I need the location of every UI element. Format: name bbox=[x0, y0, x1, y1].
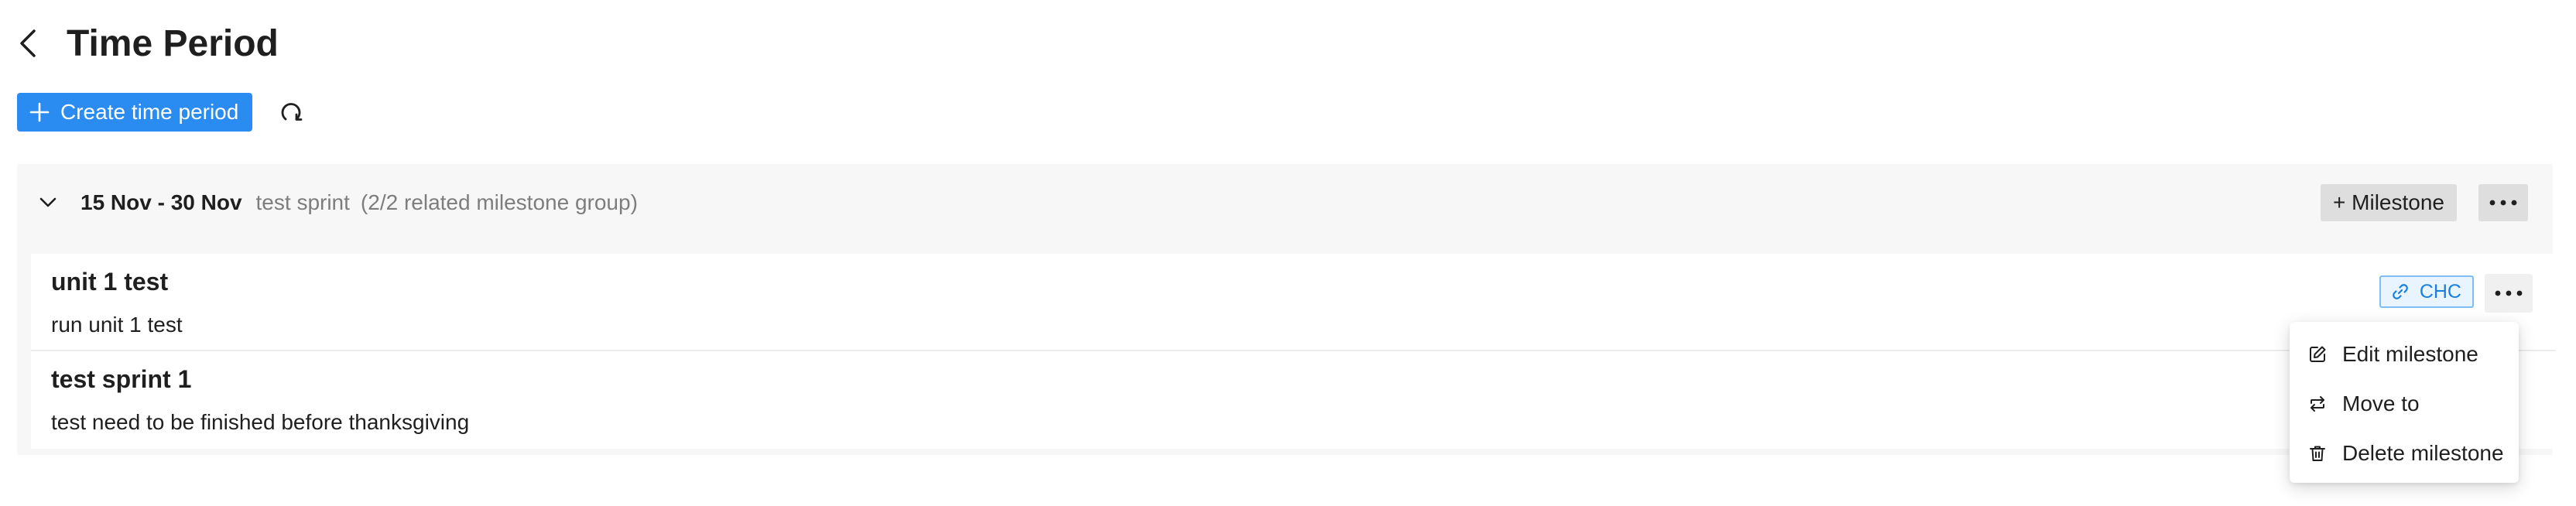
group-more-button[interactable] bbox=[2478, 184, 2528, 221]
swap-icon bbox=[2308, 395, 2327, 413]
refresh-button[interactable] bbox=[276, 97, 307, 128]
milestone-actions-menu: Edit milestone Move to Delete milestone bbox=[2290, 322, 2519, 483]
add-milestone-button[interactable]: + Milestone bbox=[2321, 184, 2457, 221]
menu-item-label: Edit milestone bbox=[2342, 342, 2478, 366]
menu-item-label: Delete milestone bbox=[2342, 441, 2504, 465]
plus-icon bbox=[29, 102, 50, 122]
milestone-title: test sprint 1 bbox=[51, 365, 192, 393]
date-range: 15 Nov - 30 Nov bbox=[80, 190, 242, 214]
milestone-description: run unit 1 test bbox=[51, 313, 183, 337]
create-time-period-button[interactable]: Create time period bbox=[17, 93, 253, 132]
milestone-list: unit 1 test run unit 1 test CHC test spr… bbox=[31, 254, 2556, 449]
sprint-name: test sprint bbox=[255, 190, 350, 214]
back-button[interactable] bbox=[19, 20, 50, 67]
more-horizontal-icon bbox=[2489, 200, 2517, 206]
more-horizontal-icon bbox=[2495, 290, 2523, 296]
chevron-down-icon bbox=[39, 197, 57, 208]
milestone-description: test need to be finished before thanksgi… bbox=[51, 410, 470, 434]
menu-item-move-to[interactable]: Move to bbox=[2290, 379, 2519, 429]
chevron-left-icon bbox=[19, 29, 37, 58]
menu-item-delete-milestone[interactable]: Delete milestone bbox=[2290, 429, 2519, 478]
page-header: Time Period bbox=[19, 20, 279, 67]
group-header: 15 Nov - 30 Nov test sprint (2/2 related… bbox=[17, 164, 2553, 241]
time-period-group: 15 Nov - 30 Nov test sprint (2/2 related… bbox=[17, 164, 2556, 455]
related-milestone-count: (2/2 related milestone group) bbox=[360, 190, 638, 214]
menu-item-label: Move to bbox=[2342, 391, 2420, 415]
trash-icon bbox=[2308, 444, 2327, 463]
link-icon bbox=[2392, 283, 2409, 300]
refresh-icon bbox=[279, 100, 303, 125]
milestone-title: unit 1 test bbox=[51, 268, 169, 296]
collapse-toggle[interactable] bbox=[37, 192, 59, 214]
menu-item-edit-milestone[interactable]: Edit milestone bbox=[2290, 330, 2519, 379]
milestone-more-button[interactable] bbox=[2485, 274, 2533, 313]
page-title: Time Period bbox=[67, 22, 279, 64]
linked-tag[interactable]: CHC bbox=[2379, 275, 2474, 308]
edit-icon bbox=[2308, 345, 2327, 364]
linked-tag-label: CHC bbox=[2419, 280, 2461, 303]
create-time-period-label: Create time period bbox=[60, 100, 239, 124]
milestone-row[interactable]: unit 1 test run unit 1 test CHC bbox=[31, 254, 2556, 351]
milestone-row[interactable]: test sprint 1 test need to be finished b… bbox=[31, 351, 2556, 449]
toolbar: Create time period bbox=[17, 93, 307, 132]
